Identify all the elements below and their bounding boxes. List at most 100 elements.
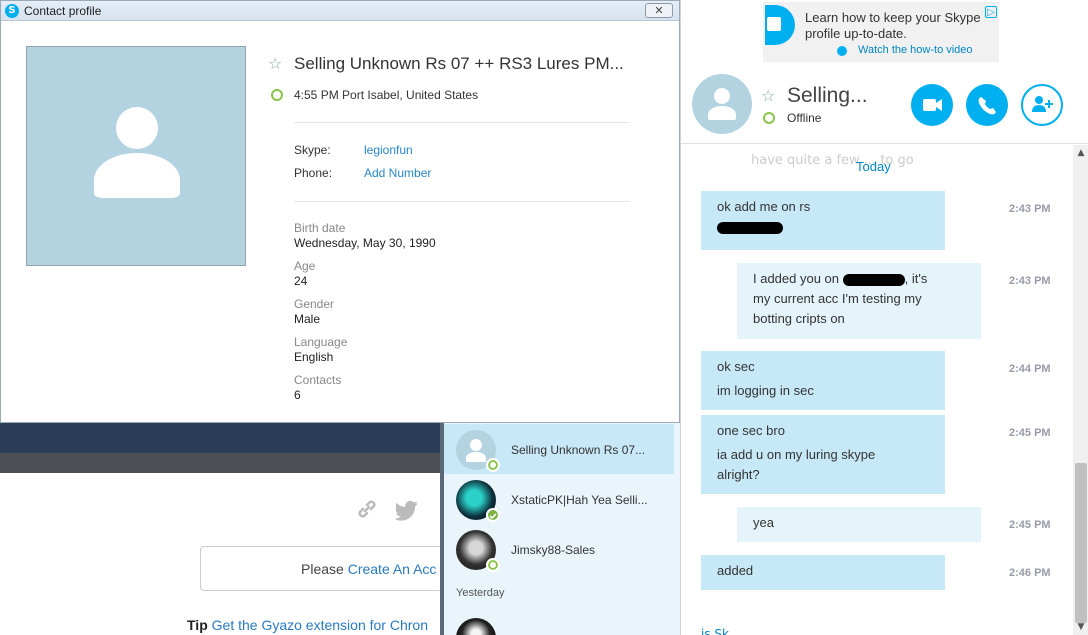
divider (294, 122, 630, 123)
message-bubble[interactable]: I added you on , it's my current acc I'm… (737, 263, 981, 339)
avatar-head (714, 88, 730, 104)
status-indicator (486, 558, 500, 572)
gender-value: Male (294, 312, 321, 326)
phone-label: Phone: (294, 166, 333, 180)
profile-card-icon (765, 5, 795, 45)
status-indicator (486, 508, 500, 522)
divider (294, 201, 630, 202)
message-list[interactable]: have quite a few ... to go Today ok add … (681, 145, 1073, 635)
chat-contact-name[interactable]: Selling... (787, 84, 868, 108)
avatar-body (94, 153, 180, 198)
gender-label: Gender (294, 297, 335, 311)
avatar[interactable] (456, 618, 496, 635)
contact-profile-window: S Contact profile ✕ ☆ Selling Unknown Rs… (0, 0, 680, 423)
section-header-yesterday: Yesterday (456, 587, 505, 599)
login-prompt-box: Please Create An Acc (200, 546, 460, 591)
login-prompt: Please Create An Acc (301, 561, 436, 577)
status-indicator (763, 112, 775, 124)
gyazo-extension-link[interactable]: Get the Gyazo extension for Chron (212, 617, 428, 633)
message-bubble[interactable]: added (701, 555, 945, 590)
skype-username[interactable]: legionfun (364, 143, 413, 157)
ad-choices-icon[interactable]: ▷ (985, 6, 997, 18)
message-line: ok sec (717, 359, 755, 374)
background-webpage: Please Create An Acc Tip Get the Gyazo e… (0, 421, 460, 635)
profile-tip-banner[interactable]: Learn how to keep your Skype profile up-… (763, 2, 999, 62)
language-value: English (294, 350, 334, 364)
message-line: yea (753, 515, 774, 530)
date-separator: Today (856, 159, 891, 174)
video-camera-icon (923, 99, 942, 111)
recent-contacts-list: Selling Unknown Rs 07... XstaticPK|Hah Y… (440, 421, 680, 635)
message-bubble[interactable]: one sec bro ia add u on my luring skype … (701, 415, 945, 494)
webpage-navbar (0, 421, 440, 453)
skype-chat-window: Learn how to keep your Skype profile up-… (680, 0, 1088, 635)
birth-date-value: Wednesday, May 30, 1990 (294, 236, 436, 250)
profile-picture (26, 46, 246, 266)
add-to-chat-button[interactable] (1021, 84, 1063, 126)
status-indicator (486, 458, 500, 472)
message-time: 2:43 PM (1009, 203, 1051, 215)
message-line (717, 217, 929, 237)
avatar-head (470, 439, 482, 451)
audio-call-button[interactable] (966, 84, 1008, 126)
list-item[interactable]: Selling Unknown Rs 07... (444, 424, 674, 474)
message-line: my current acc I'm testing my (753, 291, 922, 306)
message-time: 2:45 PM (1009, 519, 1051, 531)
message-bubble[interactable]: ok sec im logging in sec (701, 351, 945, 410)
add-person-icon (1032, 96, 1053, 112)
chat-header: ☆ Selling... Offline (681, 64, 1088, 144)
avatar-body (708, 106, 736, 120)
scroll-up-arrow-icon[interactable]: ▲ (1073, 145, 1088, 161)
message-line: im logging in sec (717, 383, 814, 398)
favorite-star-icon[interactable]: ☆ (761, 86, 775, 105)
message-time: 2:43 PM (1009, 275, 1051, 287)
skype-label: Skype: (294, 143, 331, 157)
scroll-thumb[interactable] (1075, 463, 1087, 623)
login-prompt-prefix: Please (301, 561, 344, 577)
banner-text: Learn how to keep your Skype profile up-… (805, 10, 981, 41)
link-icon[interactable] (355, 497, 379, 521)
contact-name: Selling Unknown Rs 07... (511, 443, 646, 457)
message-bubble[interactable]: yea (737, 507, 981, 542)
create-account-link[interactable]: Create An Acc (348, 561, 437, 577)
message-line: alright? (717, 467, 760, 482)
contact-name: XstaticPK|Hah Yea Selli... (511, 493, 648, 507)
scroll-down-arrow-icon[interactable]: ▼ (1073, 619, 1088, 635)
message-time: 2:46 PM (1009, 567, 1051, 579)
phone-icon (978, 97, 996, 115)
add-number-link[interactable]: Add Number (364, 166, 431, 180)
age-label: Age (294, 259, 316, 273)
message-time: 2:45 PM (1009, 427, 1051, 439)
message-line: one sec bro (717, 423, 785, 438)
redaction-mark (717, 221, 783, 234)
language-label: Language (294, 335, 348, 349)
favorite-star-icon[interactable]: ☆ (268, 54, 282, 73)
skype-logo-icon: S (5, 4, 19, 18)
redaction-mark (842, 273, 905, 286)
twitter-icon[interactable] (396, 497, 420, 521)
window-titlebar[interactable]: S Contact profile ✕ (1, 1, 679, 21)
message-time: 2:44 PM (1009, 363, 1051, 375)
contact-display-name: Selling Unknown Rs 07 ++ RS3 Lures PM... (294, 54, 624, 73)
avatar[interactable] (692, 74, 752, 134)
video-call-button[interactable] (911, 84, 953, 126)
watch-video-link[interactable]: Watch the how-to video (858, 44, 973, 56)
message-bubble[interactable]: ok add me on rs (701, 191, 945, 250)
webpage-strip (0, 453, 440, 473)
birth-date-label: Birth date (294, 221, 346, 235)
age-value: 24 (294, 274, 308, 288)
contacts-count: 6 (294, 388, 301, 402)
list-item[interactable]: XstaticPK|Hah Yea Selli... (444, 474, 674, 524)
tip-line: Tip Get the Gyazo extension for Chron (187, 617, 428, 633)
status-text: Offline (787, 111, 822, 125)
bottom-partial-label: is Sk... (701, 627, 741, 635)
check-icon (489, 513, 497, 520)
avatar-body (466, 452, 486, 462)
contacts-label: Contacts (294, 373, 342, 387)
list-item[interactable]: Jimsky88-Sales (444, 524, 674, 574)
window-title: Contact profile (24, 4, 102, 18)
message-line: added (717, 563, 754, 578)
message-scrollbar[interactable]: ▲ ▼ (1073, 145, 1088, 635)
message-line: I added you on , it's (753, 271, 928, 286)
close-button[interactable]: ✕ (645, 3, 673, 18)
